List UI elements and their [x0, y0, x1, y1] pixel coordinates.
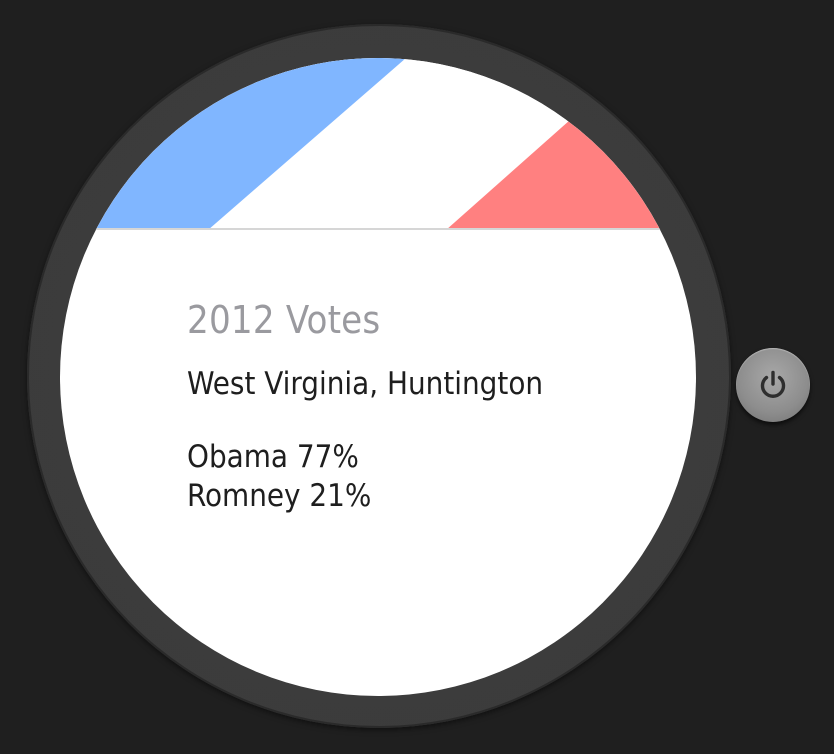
results-list: Obama 77% Romney 21%	[187, 438, 607, 516]
location-label: West Virginia, Huntington	[187, 366, 544, 402]
banner-divider	[60, 228, 696, 230]
flag-stripe-banner	[60, 58, 696, 230]
flag-stripes	[60, 58, 696, 230]
card-title: 2012 Votes	[187, 298, 381, 342]
emulator-stage: 2012 Votes West Virginia, Huntington Oba…	[0, 0, 834, 754]
power-button[interactable]	[736, 348, 810, 422]
power-icon	[760, 370, 786, 398]
watch-screen[interactable]: 2012 Votes West Virginia, Huntington Oba…	[60, 58, 696, 696]
vote-card-content: 2012 Votes West Virginia, Huntington Oba…	[187, 294, 607, 516]
result-obama: Obama 77%	[187, 439, 359, 475]
result-romney: Romney 21%	[187, 478, 372, 514]
